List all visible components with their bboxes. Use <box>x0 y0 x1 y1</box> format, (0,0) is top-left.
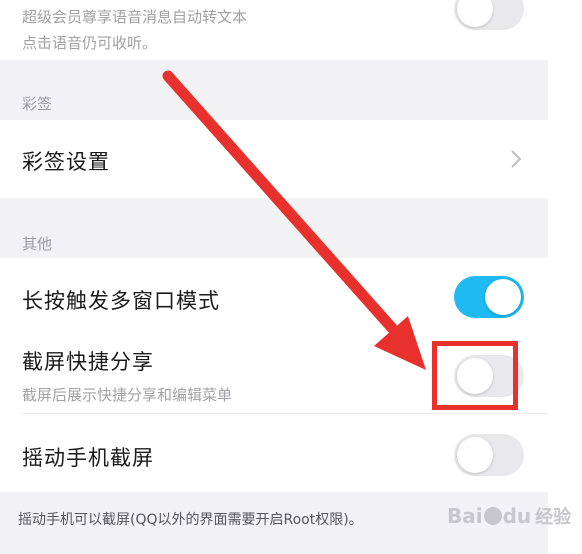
watermark-brand-end: du <box>502 504 532 528</box>
watermark-sub: 经验 <box>535 507 572 528</box>
watermark-brand: Bai <box>447 504 483 528</box>
baidu-jingyan-watermark: Bai du 经验 <box>447 503 571 529</box>
baidu-paw-icon <box>483 507 502 525</box>
annotation-arrow-icon <box>162 70 426 370</box>
